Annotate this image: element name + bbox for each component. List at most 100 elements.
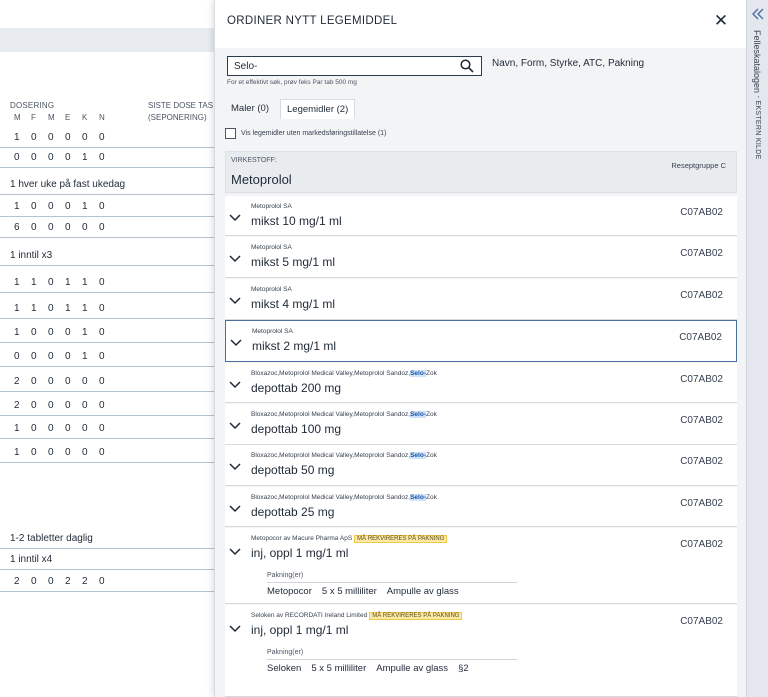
table-row-text: 1 inntil x4 [10,554,53,565]
day-col: N [99,113,105,122]
dose-cell: 1 [14,303,20,314]
dose-cell: 0 [48,400,54,411]
table-row-divider [0,265,214,266]
dose-cell: 0 [65,400,71,411]
background-header-bar [0,28,214,52]
table-row: 100010 [14,327,116,338]
table-row-divider [0,342,214,343]
subtitle-text: Metoprolol SA [251,203,292,210]
dose-cell: 0 [65,327,71,338]
table-row-divider [0,569,214,570]
substance-label: VIRKESTOFF: [231,157,277,164]
subtitle-prefix: Bloxazoc,Metoprolol Medical Valley,Metop… [251,411,411,418]
dose-cell: 0 [99,132,105,143]
table-row: 000010 [14,351,116,362]
table-row: 200000 [14,376,116,387]
dose-cell: 2 [14,400,20,411]
chevron-down-icon[interactable] [229,422,241,430]
medication-item[interactable]: Metoprolol SA mikst 10 mg/1 ml C07AB02 [225,196,737,236]
pakning-label: Pakning(er) [267,649,304,656]
medication-subtitle: Metopocor av Macure Pharma ApS MÅ REKVIRE… [251,535,448,543]
medication-item[interactable]: Bloxazoc,Metoprolol Medical Valley,Metop… [225,363,737,403]
chevron-down-icon[interactable] [229,505,241,513]
chevron-down-icon[interactable] [229,463,241,471]
subtitle-suffix: Zok [426,370,437,377]
medication-item[interactable]: Metopocor av Macure Pharma ApS MÅ REKVIRE… [225,528,737,604]
sidebar-subtitle: - EKSTERN KILDE [754,95,761,160]
pakning-label: Pakning(er) [267,572,304,579]
checkbox[interactable] [225,128,236,139]
dose-cell: 0 [14,152,20,163]
medication-name: depottab 100 mg [251,422,342,436]
day-col: M [14,113,21,122]
double-chevron-left-icon[interactable] [751,8,765,20]
medication-item[interactable]: Bloxazoc,Metoprolol Medical Valley,Metop… [225,404,737,445]
dose-cell: 0 [48,277,54,288]
dose-cell: 0 [31,152,37,163]
dose-cell: 0 [48,423,54,434]
medication-item[interactable]: Metoprolol SA mikst 2 mg/1 ml C07AB02 [225,320,737,362]
table-row-divider [0,292,214,293]
dose-cell: 1 [14,201,20,212]
medication-item[interactable]: Seloken av RECORDATI Ireland Limited MÅ R… [225,605,737,697]
chevron-down-icon[interactable] [229,255,241,263]
pakning-row[interactable]: Seloken 5 x 5 milliliter Ampulle av glass §… [267,663,479,674]
tab-maler[interactable]: Maler (0) [225,99,275,119]
dose-cell: 0 [99,152,105,163]
table-row: 200220 [14,576,116,587]
table-row-text: 1 inntil x3 [10,250,53,261]
search-tip: For et effektivt søk, prøv feks Par tab … [227,79,357,86]
dose-cell: 0 [82,222,88,233]
table-row: 100010 [14,201,116,212]
pakning-cell: Ampulle av glass [386,586,459,597]
pakning-row[interactable]: Metopocor 5 x 5 milliliter Ampulle av glas… [267,586,469,597]
medication-subtitle: Metoprolol SA [252,328,293,335]
subtitle-prefix: Bloxazoc,Metoprolol Medical Valley,Metop… [251,452,411,459]
medication-name: mikst 5 mg/1 ml [251,255,336,269]
dose-cell: 1 [14,447,20,458]
chevron-down-icon[interactable] [230,339,242,347]
medication-item[interactable]: Bloxazoc,Metoprolol Medical Valley,Metop… [225,487,737,527]
medication-name: mikst 10 mg/1 ml [251,214,342,228]
subtitle-suffix: Zok [426,494,437,501]
dose-cell: 0 [31,400,37,411]
search-field[interactable] [227,56,482,76]
atc-code: C07AB02 [680,498,723,509]
subtitle-prefix: Bloxazoc,Metoprolol Medical Valley,Metop… [251,494,411,501]
medication-name: mikst 4 mg/1 ml [251,297,336,311]
medication-name: depottab 200 mg [251,381,342,395]
dose-cell: 1 [65,277,71,288]
table-row-divider [0,415,214,416]
medication-item[interactable]: Metoprolol SA mikst 5 mg/1 ml C07AB02 [225,237,737,278]
medication-subtitle: Bloxazoc,Metoprolol Medical Valley,Metop… [251,411,437,418]
dose-cell: 0 [48,152,54,163]
chevron-down-icon[interactable] [229,625,241,633]
search-highlight: Selo- [410,411,426,418]
felleskatalogen-sidebar[interactable]: Felleskatalogen - EKSTERN KILDE [746,0,768,697]
close-icon[interactable]: ✕ [711,11,731,31]
dose-cell: 0 [31,376,37,387]
medication-item[interactable]: Metoprolol SA mikst 4 mg/1 ml C07AB02 [225,279,737,320]
search-input[interactable] [228,57,453,75]
chevron-down-icon[interactable] [229,297,241,305]
tab-legemidler[interactable]: Legemidler (2) [280,99,356,119]
medication-name: inj, oppl 1 mg/1 ml [251,623,349,637]
chevron-down-icon[interactable] [229,214,241,222]
table-row: 110110 [14,277,116,288]
dose-cell: 1 [14,327,20,338]
medication-subtitle: Metoprolol SA [251,203,292,210]
header-dosering: DOSERING [10,101,55,110]
checkbox-label: Vis legemidler uten markedsføringstillat… [241,130,387,137]
dose-cell: 0 [99,447,105,458]
search-icon[interactable] [460,59,474,73]
chevron-down-icon[interactable] [229,381,241,389]
dose-cell: 0 [82,376,88,387]
subtitle-text: Seloken av RECORDATI Ireland Limited [251,612,368,619]
chevron-down-icon[interactable] [229,548,241,556]
medication-item[interactable]: Bloxazoc,Metoprolol Medical Valley,Metop… [225,445,737,486]
dose-cell: 1 [82,277,88,288]
dose-cell: 0 [48,376,54,387]
dose-cell: 2 [14,576,20,587]
subtitle-text: Metoprolol SA [252,328,293,335]
table-row: 100000 [14,447,116,458]
